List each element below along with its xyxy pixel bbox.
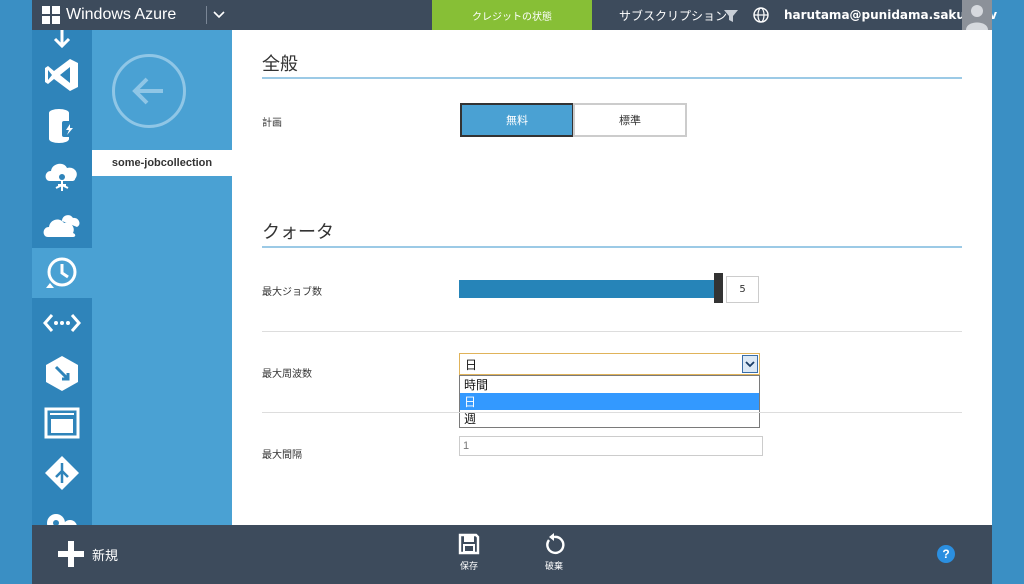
brand[interactable]: Windows Azure [42,0,176,30]
discard-button[interactable]: 破棄 [534,533,574,572]
avatar[interactable] [962,0,992,30]
brand-title: Windows Azure [66,6,177,23]
plan-free-button[interactable]: 無料 [460,103,574,137]
nav-item-jobcollection[interactable]: some-jobcollection [92,150,232,176]
add-ons-icon [47,514,77,525]
back-arrow-icon [132,77,163,105]
max-jobs-value[interactable]: 5 [726,276,759,303]
section-rule [262,77,962,79]
rail-item-add-ons[interactable] [32,498,92,525]
rail-item-visual-studio[interactable] [32,50,92,100]
top-bar: Windows Azure クレジットの状態 サブスクリプション harutam… [32,0,997,30]
service-rail [32,30,92,525]
plus-icon [58,541,84,567]
rail-item-traffic-manager[interactable] [32,448,92,498]
rail-item-hdinsight[interactable] [32,150,92,200]
windows-logo-icon [42,6,60,24]
plan-free-label: 無料 [506,114,528,127]
header-divider [206,6,207,24]
frequency-selected-value: 日 [465,357,478,372]
max-interval-input[interactable] [459,436,763,456]
new-label: 新規 [92,548,119,564]
save-label: 保存 [459,562,478,572]
hdinsight-icon [45,163,77,191]
rail-item-scheduler[interactable] [32,248,92,298]
subscriptions-button[interactable]: サブスクリプション [619,0,727,30]
nav-item-label: some-jobcollection [111,157,213,169]
subscriptions-label: サブスクリプション [619,8,728,23]
max-jobs-label: 最大ジョブ数 [262,287,322,298]
frequency-dropdown-list: 時間 日 週 [459,375,760,428]
plan-label: 計画 [262,118,282,129]
help-icon[interactable]: ? [937,545,955,563]
rail-item-media-services[interactable] [32,398,92,448]
max-jobs-slider-track[interactable] [459,280,715,298]
section-title-general: 全般 [262,54,298,75]
plan-standard-button[interactable]: 標準 [573,103,687,137]
globe-icon[interactable] [753,7,769,23]
traffic-manager-icon [45,456,79,490]
mobile-services-icon [46,356,78,391]
filter-icon[interactable] [724,8,738,22]
rail-item-mobile-services[interactable] [32,348,92,398]
divider [262,412,962,413]
section-title-quota: クォータ [262,222,334,243]
back-button[interactable] [112,54,186,128]
max-frequency-label: 最大周波数 [262,369,312,380]
command-bar: 新規 保存 破棄 ? [32,525,992,584]
credit-status-button[interactable]: クレジットの状態 [432,0,592,30]
visual-studio-icon [45,59,78,91]
max-jobs-slider-thumb[interactable] [714,273,723,303]
scheduler-icon [46,257,77,288]
plan-standard-label: 標準 [619,114,641,127]
save-button[interactable]: 保存 [449,533,489,572]
rail-item-api-management[interactable] [32,298,92,348]
rail-item-cloud-services[interactable] [32,200,92,250]
chevron-down-icon[interactable] [212,4,226,28]
frequency-option-day[interactable]: 日 [460,393,759,410]
main-content: 全般 計画 無料 標準 クォータ 最大ジョブ数 5 最大周波数 日 時間 日 週… [232,30,992,525]
credit-status-label: クレジットの状態 [472,11,552,23]
help-label: ? [942,547,950,561]
max-jobs-value-text: 5 [739,284,746,295]
secondary-nav: some-jobcollection [92,30,232,525]
frequency-option-hour[interactable]: 時間 [460,376,759,393]
undo-icon [546,533,565,555]
new-button[interactable]: 新規 [58,541,118,567]
cloud-services-icon [43,215,80,237]
rail-item-storage[interactable] [32,100,92,150]
chevron-down-icon[interactable] [742,355,758,373]
save-icon [458,533,480,555]
discard-label: 破棄 [544,562,563,572]
api-management-icon [43,314,81,332]
max-interval-label: 最大間隔 [262,450,302,461]
frequency-select[interactable]: 日 [459,353,760,375]
section-rule [262,246,962,248]
storage-icon [49,109,76,143]
divider [262,331,962,332]
media-services-icon [44,407,80,439]
